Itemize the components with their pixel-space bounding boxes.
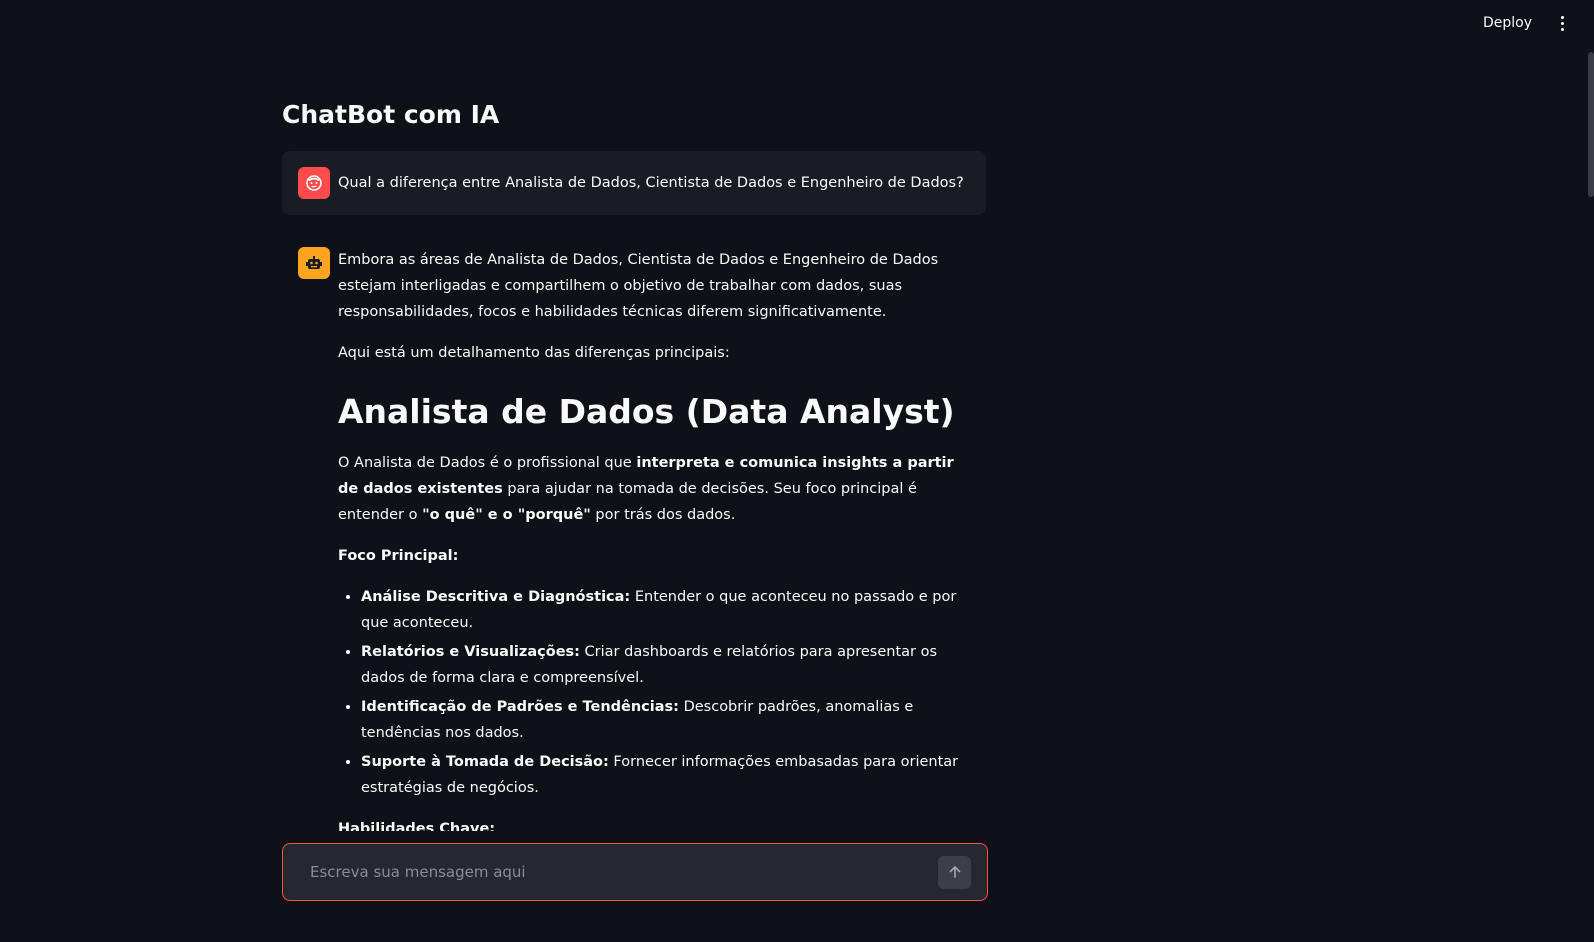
section-description: O Analista de Dados é o profissional que… xyxy=(338,455,954,523)
send-button[interactable] xyxy=(938,855,971,889)
list-item: Relatórios e Visualizações: Criar dashbo… xyxy=(361,639,970,691)
section-heading: Analista de Dados (Data Analyst) xyxy=(338,392,955,431)
kebab-menu-icon[interactable] xyxy=(1552,13,1572,33)
list-item: Análise Descritiva e Diagnóstica: Entend… xyxy=(361,584,970,636)
robot-icon xyxy=(298,247,330,279)
top-toolbar: Deploy xyxy=(0,0,1594,46)
deploy-button[interactable]: Deploy xyxy=(1473,9,1542,37)
user-face-icon xyxy=(298,167,330,199)
assistant-detail: Aqui está um detalhamento das diferenças… xyxy=(338,345,730,361)
chat-input-box xyxy=(282,843,988,901)
focus-list: Análise Descritiva e Diagnóstica: Entend… xyxy=(338,584,970,801)
list-item: Suporte à Tomada de Decisão: Fornecer in… xyxy=(361,749,970,801)
page-title: ChatBot com IA xyxy=(282,100,500,129)
chat-container: ChatBot com IA Qual a diferença entre An… xyxy=(282,96,986,831)
skills-title: Habilidades Chave: xyxy=(338,821,496,831)
scrollbar-thumb[interactable] xyxy=(1588,52,1594,197)
assistant-message: Embora as áreas de Analista de Dados, Ci… xyxy=(282,215,986,831)
arrow-up-icon xyxy=(949,866,960,878)
assistant-intro: Embora as áreas de Analista de Dados, Ci… xyxy=(338,252,939,320)
chat-input[interactable] xyxy=(308,862,938,882)
assistant-message-body: Embora as áreas de Analista de Dados, Ci… xyxy=(338,247,970,831)
user-message-text: Qual a diferença entre Analista de Dados… xyxy=(338,175,964,191)
list-item: Identificação de Padrões e Tendências: D… xyxy=(361,694,970,746)
focus-title: Foco Principal: xyxy=(338,548,459,564)
user-message: Qual a diferença entre Analista de Dados… xyxy=(282,151,986,215)
